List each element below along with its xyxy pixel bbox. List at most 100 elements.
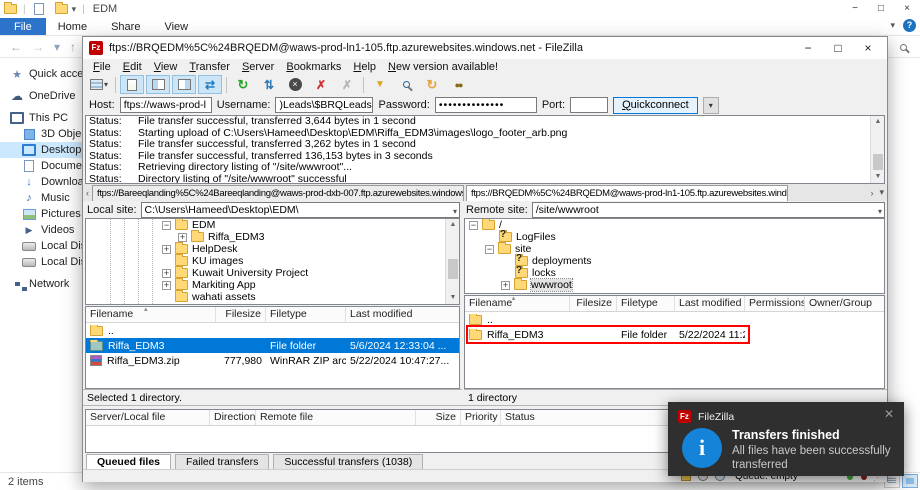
quickconnect-dropdown-button[interactable]: ▾ [702,96,719,114]
sidebar-item-this-pc[interactable]: This PC [0,110,82,126]
column-header-filetype[interactable]: Filetype [266,307,346,322]
scrollbar-thumb[interactable] [448,259,458,279]
explorer-search-box[interactable] [890,39,916,55]
local-tree-item-markiting-app[interactable]: Markiting App [86,278,459,291]
explorer-tab-view[interactable]: View [152,18,200,35]
remote-file-row-riffa-edm3[interactable]: Riffa_EDM3 File folder 5/22/2024 11:2... [465,327,884,342]
menu-server[interactable]: Server [236,61,280,73]
explorer-maximize-button[interactable]: □ [868,0,894,18]
local-tree-item-edm[interactable]: EDM [86,219,459,231]
recent-locations-chevron-icon[interactable]: ▾ [54,40,60,54]
process-queue-button[interactable]: ⇅ [257,75,281,94]
connection-tab-1[interactable]: ftps://Bareeqlanding%5C%24Bareeqlanding@… [92,185,464,201]
column-header-filename[interactable]: ▴ Filename [465,296,570,311]
expand-icon[interactable] [162,268,171,278]
cancel-operation-button[interactable]: × [283,75,307,94]
local-file-row-parent[interactable]: .. [86,323,459,338]
collapse-icon[interactable] [469,220,478,230]
explorer-minimize-button[interactable]: − [842,0,868,18]
sidebar-item-local-disk-d[interactable]: Local Disk (D: [0,254,109,270]
sidebar-item-documents[interactable]: Documents [0,158,97,174]
column-header-last-modified[interactable]: Last modified [675,296,745,311]
explorer-close-button[interactable]: × [894,0,920,18]
tab-scroll-left-icon[interactable]: ‹ [83,188,92,198]
toast-notification[interactable]: Fz FileZilla ✕ i Transfers finished All … [668,402,904,476]
log-scrollbar[interactable]: ▲ ▼ [870,116,884,183]
scroll-down-icon[interactable]: ▼ [871,171,884,183]
explorer-tab-home[interactable]: Home [46,18,99,35]
remote-tree-item-deployments[interactable]: ? deployments [465,254,884,267]
reconnect-button[interactable]: ✗ [335,75,359,94]
local-tree-item-kuwait-university-project[interactable]: Kuwait University Project [86,266,459,279]
expand-icon[interactable] [178,232,187,242]
local-tree-item-ku-images[interactable]: KU images [86,254,459,267]
column-header-filetype[interactable]: Filetype [617,296,675,311]
toggle-queue-button[interactable]: ⇄ [198,75,222,94]
customize-toolbar-chevron-icon[interactable]: ▾ [72,4,77,15]
help-icon[interactable]: ? [903,19,916,32]
remote-file-list[interactable]: ▴ Filename Filesize Filetype Last modifie… [464,295,885,389]
sidebar-item-music[interactable]: Music [0,190,82,206]
message-log[interactable]: Status: File transfer successful, transfe… [85,115,885,184]
column-header-owner-group[interactable]: Owner/Group [805,296,884,311]
sidebar-item-network[interactable]: Network [0,276,82,292]
menu-edit[interactable]: Edit [117,61,148,73]
directory-comparison-button[interactable] [394,75,418,94]
sidebar-item-videos[interactable]: Videos [0,222,82,238]
filezilla-maximize-button[interactable]: □ [823,37,853,59]
column-header-filesize[interactable]: Filesize [570,296,617,311]
menu-file[interactable]: File [87,61,117,73]
scrollbar-thumb[interactable] [873,154,883,170]
sidebar-item-downloads[interactable]: Downloads [0,174,95,190]
expand-icon[interactable] [162,280,171,290]
sidebar-item-onedrive[interactable]: OneDrive [0,88,82,104]
remote-site-combobox[interactable]: /site/wwwroot ▾ [531,201,885,218]
disconnect-button[interactable]: ✗ [309,75,333,94]
column-header-priority[interactable]: Priority [461,410,501,425]
toggle-remote-tree-button[interactable] [172,75,196,94]
sidebar-item-3d-objects[interactable]: 3D Objects [0,126,95,142]
filezilla-minimize-button[interactable]: − [793,37,823,59]
up-arrow-icon[interactable]: ↑ [70,40,76,54]
column-header-filename[interactable]: ▴ Filename [86,307,216,322]
remote-tree-item-root[interactable]: / [465,219,884,231]
properties-icon[interactable] [32,3,46,15]
thumbnail-view-button[interactable] [902,474,918,488]
column-header-server-local-file[interactable]: Server/Local file [86,410,210,425]
local-directory-tree[interactable]: EDM Riffa_EDM3 HelpDesk KU images Kuwait… [85,218,460,305]
remote-directory-tree[interactable]: / ?LogFiles site ?deployments ?locks www… [464,218,885,294]
remote-file-row-parent[interactable]: .. [465,312,884,327]
column-header-filesize[interactable]: Filesize [216,307,266,322]
toggle-local-tree-button[interactable] [146,75,170,94]
refresh-button[interactable]: ↻ [231,75,255,94]
synchronized-browsing-button[interactable]: ↻ [420,75,444,94]
local-file-row-riffa-edm3-zip[interactable]: Riffa_EDM3.zip 777,980 WinRAR ZIP archiv… [86,353,459,368]
quickconnect-button[interactable]: Quickconnect [613,96,698,114]
menu-bookmarks[interactable]: Bookmarks [280,61,347,73]
local-file-list[interactable]: ▴ Filename Filesize Filetype Last modifie… [85,306,460,389]
collapse-icon[interactable] [485,244,494,254]
scroll-up-icon[interactable]: ▲ [871,116,884,128]
explorer-tab-file[interactable]: File [0,18,46,35]
sidebar-item-pictures[interactable]: Pictures [0,206,82,222]
port-input[interactable] [570,97,609,113]
tab-scroll-right-icon[interactable]: › [867,188,876,198]
column-header-permissions[interactable]: Permissions [745,296,805,311]
remote-tree-item-locks[interactable]: ? locks [465,266,884,279]
sidebar-item-desktop[interactable]: Desktop [0,142,82,158]
scroll-down-icon[interactable]: ▼ [446,292,459,304]
menu-help[interactable]: Help [347,61,382,73]
remote-tree-item-logfiles[interactable]: ? LogFiles [465,230,884,243]
expand-icon[interactable] [501,280,510,290]
column-header-remote-file[interactable]: Remote file [256,410,416,425]
connection-tab-2[interactable]: ftps://BRQEDM%5C%24BRQEDM@waws-prod-ln1-… [466,185,788,201]
sidebar-item-local-disk-c[interactable]: Local Disk (C: [0,238,109,254]
new-folder-icon[interactable] [54,2,68,14]
toast-close-icon[interactable]: ✕ [884,407,894,421]
collapse-ribbon-chevron-icon[interactable]: ▾ [890,20,895,31]
local-tree-item-helpdesk[interactable]: HelpDesk [86,242,459,255]
site-manager-button[interactable]: ▾ [87,75,111,94]
filezilla-close-button[interactable]: × [853,37,883,59]
toggle-message-log-button[interactable] [120,75,144,94]
remote-tree-item-site[interactable]: site [465,242,884,255]
